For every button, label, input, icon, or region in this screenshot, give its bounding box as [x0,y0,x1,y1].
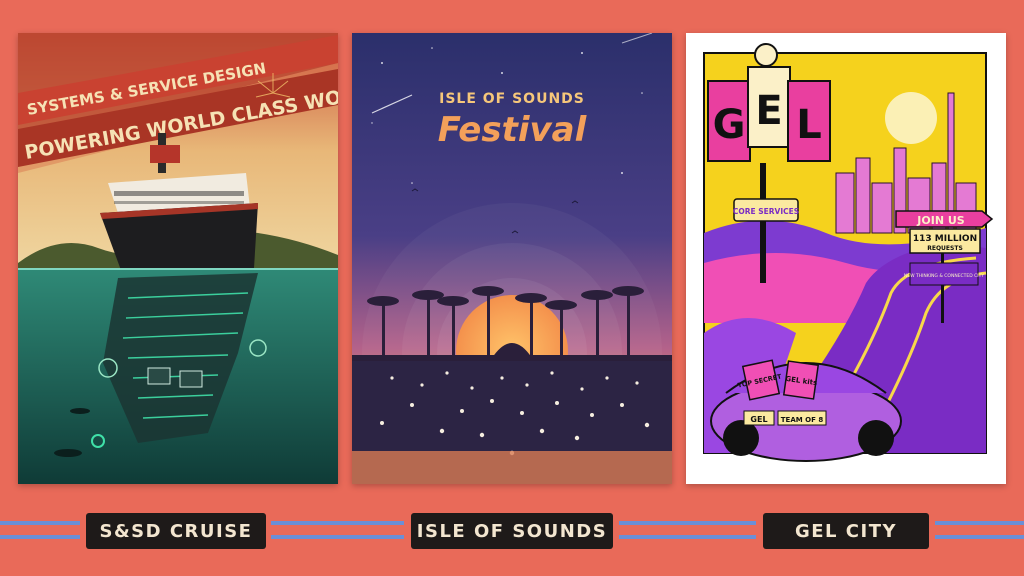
core-services-sign: CORE SERVICES [733,207,799,216]
stripe-right-top [935,521,1024,525]
festival-artwork: ISLE OF SOUNDS Festival [352,33,672,484]
diver-icon [54,449,82,457]
plate-gel: GEL [750,415,767,424]
stripe-left-top [0,521,80,525]
requests-text: REQUESTS [927,245,963,252]
poster-gel-city[interactable]: G E L CORE SERVICES JOIN US 113 MILLION … [686,33,1006,484]
poster-sd-cruise[interactable]: SYSTEMS & SERVICE DESIGN POWERING WORLD … [18,33,338,484]
clown-icon [754,43,778,67]
stripe-right-bottom [935,535,1024,539]
sun [885,92,937,144]
festival-title-top: ISLE OF SOUNDS [439,91,585,107]
million-text: 113 MILLION [913,234,977,244]
stripe-mid2-top [619,521,756,525]
gel-letter-l: L [796,102,822,148]
gel-city-artwork: G E L CORE SERVICES JOIN US 113 MILLION … [686,33,1006,484]
stripe-mid1-top [271,521,404,525]
city-sign-text: NEW THINKING & CONNECTED CITY [904,273,985,279]
plate-team: TEAM OF 8 [781,416,824,424]
gel-letter-e: E [755,88,782,134]
stripe-mid1-bottom [271,535,404,539]
stripe-mid2-bottom [619,535,756,539]
poster-isle-of-sounds[interactable]: ISLE OF SOUNDS Festival [352,33,672,484]
gel-letter-g: G [713,102,746,148]
caption-sd-cruise[interactable]: S&SD CRUISE [86,513,266,549]
cruise-artwork: SYSTEMS & SERVICE DESIGN POWERING WORLD … [18,33,338,484]
join-us-text: JOIN US [916,214,965,227]
stripe-left-bottom [0,535,80,539]
caption-isle-of-sounds[interactable]: ISLE OF SOUNDS [411,513,613,549]
caption-gel-city[interactable]: GEL CITY [763,513,929,549]
festival-title-main: Festival [438,110,588,150]
